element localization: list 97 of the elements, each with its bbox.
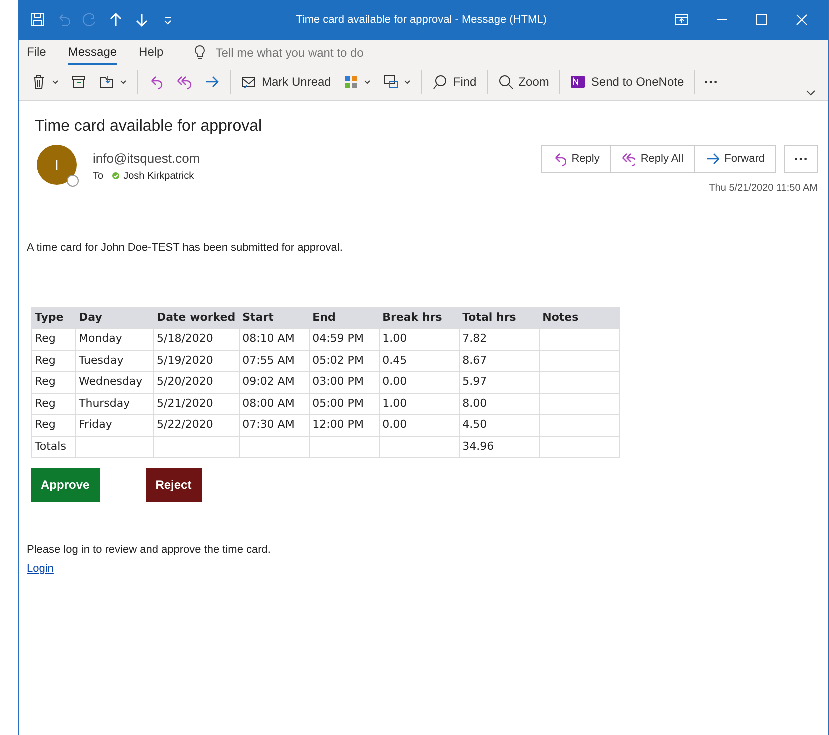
table-cell: 0.00 xyxy=(379,372,460,393)
table-cell: 5/19/2020 xyxy=(154,350,240,372)
table-cell: 07:55 AM xyxy=(239,350,310,372)
table-cell: 5.97 xyxy=(459,372,540,393)
categories-icon xyxy=(343,74,360,90)
closing-text: Please log in to review and approve the time card. xyxy=(27,543,272,558)
more-icon xyxy=(705,80,718,84)
column-header: Break hrs xyxy=(379,307,460,328)
down-arrow-icon xyxy=(134,12,150,28)
forward-icon xyxy=(704,151,719,167)
caret-icon xyxy=(404,80,412,84)
envelope-button[interactable]: Mark Unread xyxy=(235,70,338,94)
table-cell: 0.00 xyxy=(379,414,460,436)
table-cell: 8.67 xyxy=(459,350,540,372)
presence-icon xyxy=(67,175,79,187)
table-cell: 05:02 PM xyxy=(309,350,380,372)
table-cell: Thursday xyxy=(76,393,154,414)
table-cell: 0.45 xyxy=(379,350,460,372)
window-title: Time card available for approval - Message (HTML) xyxy=(295,12,548,28)
intro-text: A time card for John Doe-TEST has been submitted for approval. xyxy=(27,241,344,256)
caret-icon xyxy=(364,80,372,84)
collapse-ribbon-icon[interactable] xyxy=(806,89,816,97)
approve-button[interactable]: Approve xyxy=(31,468,100,502)
table-cell: 05:00 PM xyxy=(309,393,380,414)
archive-icon xyxy=(71,74,87,90)
table-cell: Monday xyxy=(76,328,154,350)
redo-icon xyxy=(82,12,98,28)
magnifier-icon xyxy=(498,74,514,90)
table-cell: Reg xyxy=(32,350,76,372)
search-button[interactable]: Find xyxy=(426,70,483,94)
forward-icon xyxy=(204,74,220,90)
table-cell: 5/18/2020 xyxy=(154,328,240,350)
table-cell: 34.96 xyxy=(459,436,540,458)
maximize-icon[interactable] xyxy=(754,12,770,28)
table-cell: 8.00 xyxy=(459,393,540,414)
table-cell: Reg xyxy=(32,393,76,414)
reply-all-button[interactable]: Reply All xyxy=(610,145,695,173)
login-link[interactable]: Login xyxy=(27,562,54,574)
up-arrow-icon xyxy=(108,12,124,28)
reject-button[interactable]: Reject xyxy=(146,468,202,502)
table-cell: 5/22/2020 xyxy=(154,414,240,436)
table-cell: 03:00 PM xyxy=(309,372,380,393)
column-header: Day xyxy=(76,307,154,328)
table-cell: 04:59 PM xyxy=(309,328,380,350)
column-header: Type xyxy=(32,307,76,328)
more-icon xyxy=(795,158,807,160)
search-icon xyxy=(432,74,448,90)
column-header: Date worked xyxy=(154,307,240,328)
to-label: To xyxy=(93,170,104,184)
move-to-folder-icon xyxy=(99,74,115,90)
forward-button[interactable]: Forward xyxy=(694,145,776,173)
table-cell: Reg xyxy=(32,414,76,436)
reply-all-icon xyxy=(176,74,192,90)
follow-up-icon xyxy=(383,74,400,90)
table-cell: 5/21/2020 xyxy=(154,393,240,414)
table-cell: 1.00 xyxy=(379,393,460,414)
sender-address: info@itsquest.com xyxy=(93,150,202,168)
table-cell: Reg xyxy=(32,328,76,350)
column-header: Total hrs xyxy=(459,307,540,328)
message-date: Thu 5/21/2020 11:50 AM xyxy=(709,182,818,196)
reply-all-icon xyxy=(620,151,635,167)
avatar: I xyxy=(37,145,77,185)
notebook-button[interactable]: Send to OneNote xyxy=(564,70,690,94)
table-cell: Friday xyxy=(76,414,154,436)
table-cell: Reg xyxy=(32,372,76,393)
column-header: Notes xyxy=(539,307,620,328)
table-cell: 08:10 AM xyxy=(239,328,310,350)
ribbon-display-icon[interactable] xyxy=(674,12,690,28)
table-cell: 5/20/2020 xyxy=(154,372,240,393)
caret-icon xyxy=(52,80,59,84)
table-cell: 07:30 AM xyxy=(239,414,310,436)
close-icon[interactable] xyxy=(794,12,810,28)
column-header: End xyxy=(309,307,380,328)
column-header: Start xyxy=(239,307,310,328)
ribbon-tab[interactable]: Message xyxy=(68,41,118,65)
ribbon-tab[interactable]: Help xyxy=(139,41,164,65)
caret-icon xyxy=(120,80,127,84)
save-icon xyxy=(30,12,46,28)
table-cell: 09:02 AM xyxy=(239,372,310,393)
table-cell: Totals xyxy=(32,436,76,458)
reply-button[interactable]: Reply xyxy=(540,145,611,173)
trash-icon xyxy=(31,74,47,90)
online-status-icon xyxy=(112,172,120,180)
table-cell: Tuesday xyxy=(76,350,154,372)
magnifier-button[interactable]: Zoom xyxy=(492,70,556,94)
table-cell: 4.50 xyxy=(459,414,540,436)
table-cell: 12:00 PM xyxy=(309,414,380,436)
tell-me-field[interactable]: Tell me what you want to do xyxy=(214,43,414,63)
recipient-name: Josh Kirkpatrick xyxy=(124,170,194,184)
table-cell: 7.82 xyxy=(459,328,540,350)
table-cell: Wednesday xyxy=(76,372,154,393)
lightbulb-icon xyxy=(194,45,206,61)
table-cell: 1.00 xyxy=(379,328,460,350)
message-subject: Time card available for approval xyxy=(35,117,264,137)
notebook-icon xyxy=(570,74,586,90)
ribbon-tab[interactable]: File xyxy=(27,41,46,65)
table-cell: 08:00 AM xyxy=(239,393,310,414)
